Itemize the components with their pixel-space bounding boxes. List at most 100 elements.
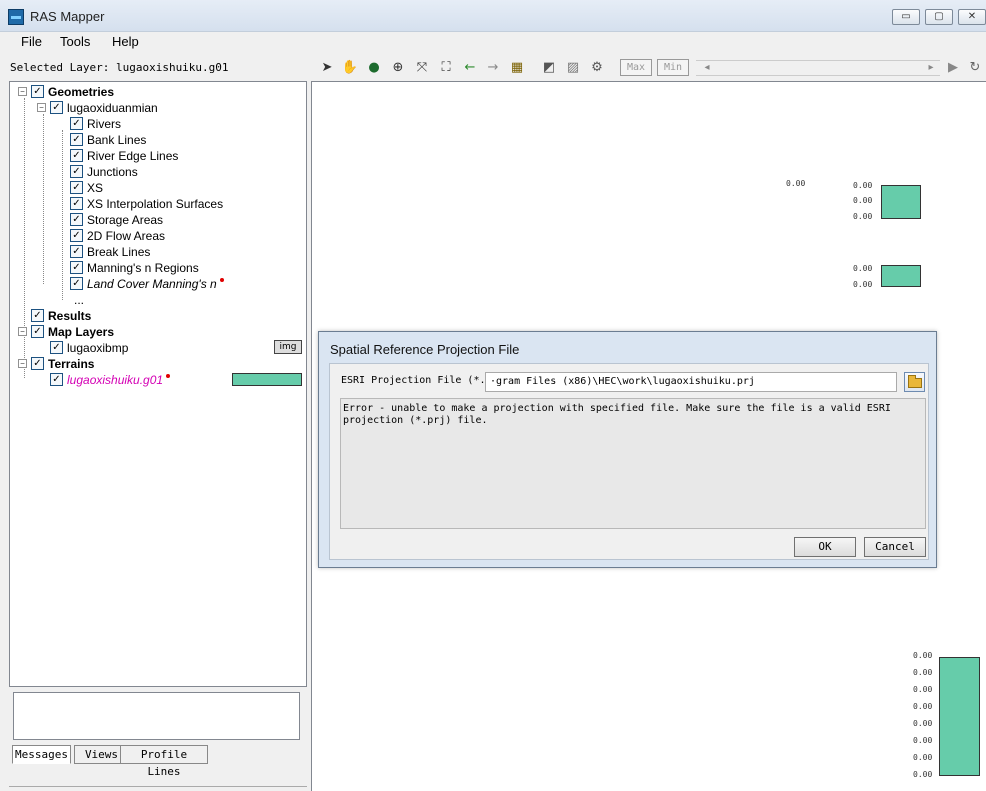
ok-button[interactable]: OK <box>794 537 856 557</box>
geometries-label: Geometries <box>48 84 115 99</box>
globe-icon[interactable]: ● <box>365 59 383 77</box>
hatch-icon[interactable]: ▨ <box>564 59 582 77</box>
messages-box[interactable] <box>13 692 300 740</box>
minimize-button[interactable]: ▭ <box>892 9 920 25</box>
checkbox-checked-icon[interactable]: ✓ <box>31 357 44 370</box>
selected-layer-label: Selected Layer: lugaoxishuiku.g01 <box>10 61 229 74</box>
tree-row-map-layer-item[interactable]: ✓ lugaoxibmp <box>50 340 128 355</box>
tree-row-storage-areas[interactable]: ✓ Storage Areas <box>70 212 163 227</box>
collapse-icon[interactable]: − <box>18 359 27 368</box>
checkbox-checked-icon[interactable]: ✓ <box>70 245 83 258</box>
tree-row-geometries[interactable]: − ✓ Geometries <box>18 84 114 99</box>
pointer-icon[interactable]: ➤ <box>318 59 336 77</box>
menu-help[interactable]: Help <box>112 34 139 49</box>
checkbox-checked-icon[interactable]: ✓ <box>50 373 63 386</box>
max-button[interactable]: Max <box>620 59 652 76</box>
checkbox-checked-icon[interactable]: ✓ <box>70 277 83 290</box>
checkbox-checked-icon[interactable]: ✓ <box>31 325 44 338</box>
legend-label: 0.00 <box>913 651 933 660</box>
legend-label: 0.00 <box>913 685 933 694</box>
legend-label: 0.00 <box>913 719 933 728</box>
tree-row-xs-interpolation[interactable]: ✓ XS Interpolation Surfaces <box>70 196 223 211</box>
tree-row-map-layers[interactable]: − ✓ Map Layers <box>18 324 114 339</box>
legend-label: 0.00 <box>853 264 873 273</box>
tree-row-junctions[interactable]: ✓ Junctions <box>70 164 138 179</box>
dialog-body: ESRI Projection File (*.prj): ·gram File… <box>329 363 929 560</box>
menu-tools[interactable]: Tools <box>60 34 90 49</box>
checkbox-checked-icon[interactable]: ✓ <box>70 261 83 274</box>
forward-arrow-icon[interactable]: → <box>484 59 502 77</box>
time-slider[interactable] <box>696 60 940 76</box>
tree-row-rivers[interactable]: ✓ Rivers <box>70 116 121 131</box>
spatial-reference-dialog: Spatial Reference Projection File ESRI P… <box>318 331 937 568</box>
tree-row-break-lines[interactable]: ✓ Break Lines <box>70 244 150 259</box>
slider-right-icon[interactable]: ▸ <box>922 59 940 77</box>
maximize-button[interactable]: ▢ <box>925 9 953 25</box>
browse-folder-button[interactable] <box>904 372 925 392</box>
settings-gear-icon[interactable]: ⚙ <box>588 59 606 77</box>
zoom-extent-icon[interactable]: ⤧ <box>413 59 431 77</box>
title-bar: RAS Mapper ▭ ▢ ✕ <box>0 0 986 32</box>
layer-label: XS Interpolation Surfaces <box>87 196 224 211</box>
tree-row-river-edge-lines[interactable]: ✓ River Edge Lines <box>70 148 178 163</box>
map-toolbar: ➤ ✋ ● ⊕ ⤧ ⛶ ← → ▦ ◩ ▨ ⚙ Max Min ◂ ▸ ▶ ↻ <box>312 56 986 80</box>
legend-label: 0.00 <box>853 196 873 205</box>
checkbox-checked-icon[interactable]: ✓ <box>70 165 83 178</box>
refresh-icon[interactable]: ↻ <box>966 59 984 77</box>
layer-label: Bank Lines <box>87 132 147 147</box>
tree-row-xs[interactable]: ✓ XS <box>70 180 103 195</box>
terrain-color-swatch[interactable] <box>232 373 302 386</box>
tab-messages[interactable]: Messages <box>12 745 71 764</box>
terrain-label: lugaoxishuiku.g01 <box>67 372 164 387</box>
checkbox-checked-icon[interactable]: ✓ <box>70 117 83 130</box>
tree-row-more[interactable]: ... <box>74 292 84 307</box>
layer-label: Rivers <box>87 116 122 131</box>
tree-guide <box>62 130 63 300</box>
full-extent-icon[interactable]: ⛶ <box>437 59 455 77</box>
tree-row-terrain-item[interactable]: ✓ lugaoxishuiku.g01 <box>50 372 171 387</box>
collapse-icon[interactable]: − <box>18 327 27 336</box>
tree-row-mannings-regions[interactable]: ✓ Manning's n Regions <box>70 260 199 275</box>
app-icon <box>8 9 24 25</box>
checkbox-checked-icon[interactable]: ✓ <box>70 229 83 242</box>
layer-label: Junctions <box>87 164 138 179</box>
checkbox-checked-icon[interactable]: ✓ <box>70 197 83 210</box>
checkbox-checked-icon[interactable]: ✓ <box>31 85 44 98</box>
legend-label: 0.00 <box>853 181 873 190</box>
tree-row-bank-lines[interactable]: ✓ Bank Lines <box>70 132 146 147</box>
measure-icon[interactable]: ▦ <box>508 59 526 77</box>
checkbox-checked-icon[interactable]: ✓ <box>50 101 63 114</box>
tree-row-2d-flow-areas[interactable]: ✓ 2D Flow Areas <box>70 228 165 243</box>
layer-label: XS <box>87 180 104 195</box>
prj-path-input[interactable]: ·gram Files (x86)\HEC\work\lugaoxishuiku… <box>485 372 897 392</box>
checkbox-checked-icon[interactable]: ✓ <box>50 341 63 354</box>
collapse-icon[interactable]: − <box>37 103 46 112</box>
more-label: ... <box>74 292 85 307</box>
zoom-in-icon[interactable]: ⊕ <box>389 59 407 77</box>
profile-icon[interactable]: ◩ <box>540 59 558 77</box>
back-arrow-icon[interactable]: ← <box>461 59 479 77</box>
legend-label: 0.00 <box>853 280 873 289</box>
error-message-area: Error - unable to make a projection with… <box>340 398 926 529</box>
tree-row-results[interactable]: ✓ Results <box>18 308 91 323</box>
tree-guide <box>43 114 44 284</box>
checkbox-checked-icon[interactable]: ✓ <box>31 309 44 322</box>
checkbox-checked-icon[interactable]: ✓ <box>70 133 83 146</box>
tree-row-land-cover[interactable]: ✓ Land Cover Manning's n <box>70 276 224 291</box>
menu-file[interactable]: File <box>21 34 42 49</box>
cancel-button[interactable]: Cancel <box>864 537 926 557</box>
checkbox-checked-icon[interactable]: ✓ <box>70 213 83 226</box>
map-layer-label: lugaoxibmp <box>67 340 129 355</box>
pan-hand-icon[interactable]: ✋ <box>341 59 359 77</box>
legend-label: 0.00 <box>913 736 933 745</box>
play-icon[interactable]: ▶ <box>944 59 962 77</box>
tree-row-terrains[interactable]: − ✓ Terrains <box>18 356 94 371</box>
checkbox-checked-icon[interactable]: ✓ <box>70 181 83 194</box>
tree-row-geometry[interactable]: − ✓ lugaoxiduanmian <box>37 100 158 115</box>
layer-label: Land Cover Manning's n <box>87 276 217 291</box>
close-button[interactable]: ✕ <box>958 9 986 25</box>
tab-profile-lines[interactable]: Profile Lines <box>120 745 208 778</box>
collapse-icon[interactable]: − <box>18 87 27 96</box>
checkbox-checked-icon[interactable]: ✓ <box>70 149 83 162</box>
min-button[interactable]: Min <box>657 59 689 76</box>
